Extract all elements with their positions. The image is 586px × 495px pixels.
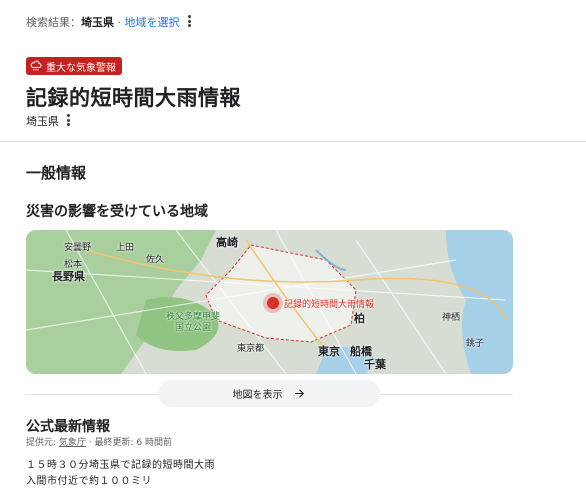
map-label-tokyo: 東京 [318,345,340,358]
official-updates-heading: 公式最新情報 [26,419,110,435]
show-map-button[interactable]: 地図を表示 [158,380,380,407]
region-options-icon[interactable] [62,113,74,127]
map-label-annaka: 安曇野 [64,243,92,253]
map-label-ueda: 上田 [116,243,135,253]
severe-alert-badge: 重大な気象警報 [26,57,122,75]
map-label-tokyo-to: 東京都 [237,344,265,354]
map-label-choshi: 銚子 [466,339,485,349]
provider-prefix: 提供元: [26,438,59,448]
arrow-right-icon [294,389,304,398]
select-region-link[interactable]: 地域を選択 [125,16,180,29]
top-bar: 検索結果：埼玉県 · 地域を選択 [0,0,586,42]
map-label-kamisu: 神栖 [442,313,461,323]
map-label-saku: 佐久 [146,255,165,265]
map-label-kashiwa: 柏 [354,312,365,325]
more-options-icon[interactable] [183,14,195,28]
breadcrumb-prefix: 検索結果： [26,16,81,29]
map-label-chichibu-park: 秩父多摩甲斐 国立公園 [166,312,221,333]
source-line: 提供元: 気象庁 · 最終更新: 6 時間前 [26,435,172,448]
last-updated: · 最終更新: 6 時間前 [85,438,172,448]
map-label-chiba: 千葉 [364,358,386,371]
update-line: 入間市付近で約１００ミリ [26,476,152,487]
breadcrumb-location: 埼玉県 [81,16,114,29]
general-info-heading: 一般情報 [26,164,87,182]
map-label-takasaki: 高崎 [216,236,238,249]
divider [0,141,586,142]
breadcrumb: 検索結果：埼玉県 · 地域を選択 [26,14,180,30]
update-line: １５時３０分埼玉県で記録的短時間大雨 [26,460,215,471]
show-map-label: 地図を表示 [232,390,283,401]
weather-warning-icon [30,60,42,71]
breadcrumb-separator: · [114,16,125,29]
page-title: 記録的短時間大雨情報 [26,86,241,110]
affected-area-map[interactable]: 安曇野 上田 佐久 松本 長野県 高崎 秩父多摩甲斐 国立公園 東京都 東京 船… [26,230,513,374]
official-update-text: １５時３０分埼玉県で記録的短時間大雨 入間市付近で約１００ミリ [26,458,215,490]
provider-link[interactable]: 気象庁 [59,438,86,448]
alert-region: 埼玉県 [26,115,59,128]
affected-area-heading: 災害の影響を受けている地域 [26,204,208,220]
map-graphic [26,230,513,374]
map-label-nagano: 長野県 [52,270,85,283]
alert-badge-label: 重大な気象警報 [46,62,116,74]
map-area-marker-label: 記録的短時間大雨情報 [284,300,375,310]
